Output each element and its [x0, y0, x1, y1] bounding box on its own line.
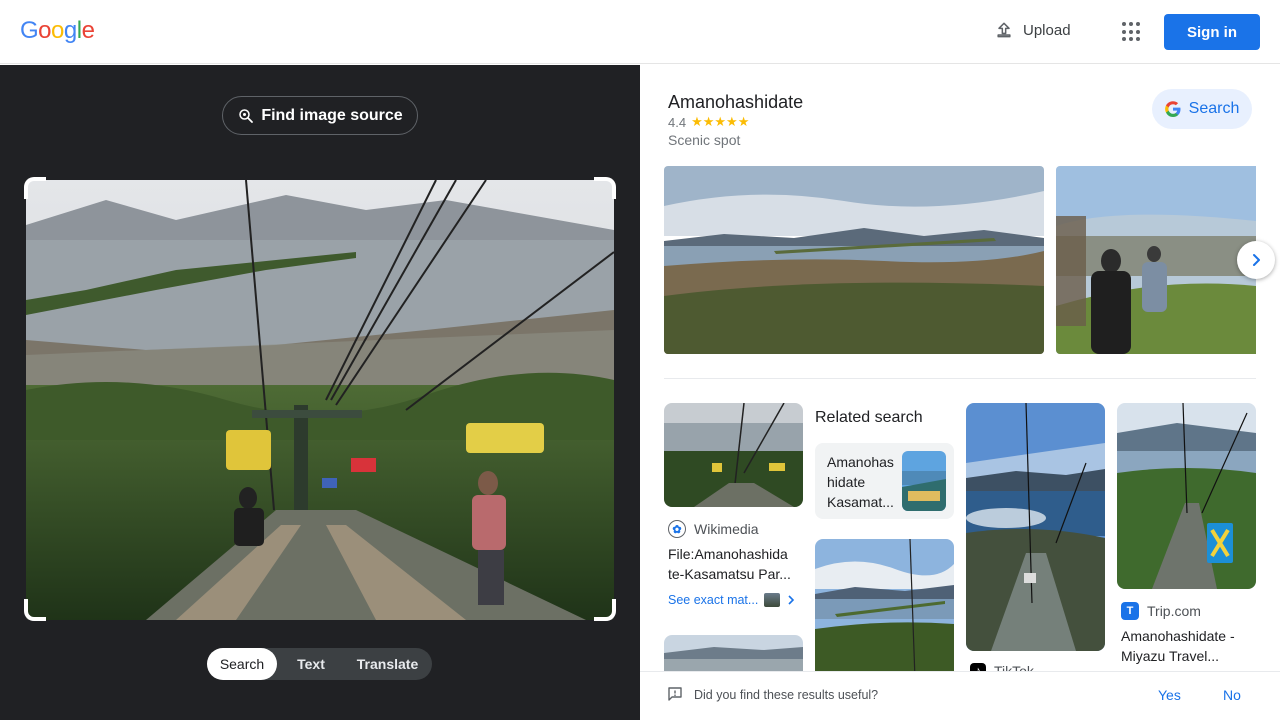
upload-label: Upload: [1023, 21, 1071, 39]
logo-letter: G: [20, 17, 39, 44]
carousel-next-button[interactable]: [1237, 241, 1275, 279]
mode-search[interactable]: Search: [207, 648, 277, 680]
feedback-icon: [668, 687, 682, 701]
rating-value: 4.4: [668, 114, 687, 130]
result-title-wikimedia[interactable]: File:Amanohashida te-Kasamatsu Par...: [668, 544, 802, 584]
logo-letter: g: [63, 17, 77, 44]
result-title-trip[interactable]: Amanohashidate - Miyazu Travel...: [1121, 626, 1251, 666]
carousel-image-people[interactable]: [1056, 166, 1256, 354]
trip-favicon-icon: T: [1121, 602, 1139, 620]
carousel-image-panorama[interactable]: [664, 166, 1044, 354]
result-image-tiktok[interactable]: [966, 403, 1105, 651]
google-search-label: Search: [1188, 100, 1240, 117]
upload-button[interactable]: Upload: [994, 20, 1071, 40]
mode-switcher: Search Text Translate: [207, 648, 432, 680]
source-name: Wikimedia: [694, 521, 759, 537]
image-query-pane: Find image source Search Text Translate: [0, 65, 640, 720]
related-search-card[interactable]: Amanohas hidate Kasamat...: [815, 443, 954, 519]
google-g-icon: [1164, 101, 1181, 117]
find-image-source-button[interactable]: Find image source: [222, 96, 418, 135]
feedback-bar: Did you find these results useful? Yes N…: [640, 671, 1280, 720]
logo-letter: o: [38, 17, 52, 44]
result-image-wikimedia[interactable]: [664, 403, 803, 507]
exact-match-thumbnail: [764, 593, 781, 607]
top-header: Google Upload Sign in: [0, 0, 1280, 64]
place-rating: 4.4 ★★★★★: [668, 114, 749, 130]
upload-icon: [997, 22, 1011, 38]
apps-grid-icon[interactable]: [1120, 20, 1144, 44]
wikimedia-favicon-icon: ✿: [668, 520, 686, 538]
star-rating-icon: ★★★★★: [691, 114, 750, 129]
google-search-button[interactable]: Search: [1152, 89, 1252, 129]
crop-handle-top-right[interactable]: [594, 177, 616, 199]
google-logo[interactable]: Google: [20, 17, 95, 45]
related-search-text: Amanohas hidate Kasamat...: [827, 454, 894, 510]
feedback-yes-button[interactable]: Yes: [1158, 687, 1181, 703]
result-source-wikimedia[interactable]: ✿ Wikimedia: [668, 520, 759, 538]
mode-translate[interactable]: Translate: [345, 648, 430, 680]
see-exact-matches-label: See exact mat...: [668, 593, 759, 607]
result-image-trip[interactable]: [1117, 403, 1256, 589]
related-search-thumbnail: [902, 451, 946, 511]
mode-text[interactable]: Text: [277, 648, 345, 680]
query-image[interactable]: [26, 180, 614, 620]
feedback-no-button[interactable]: No: [1223, 687, 1241, 703]
place-title[interactable]: Amanohashidate: [668, 92, 803, 113]
crop-handle-bottom-right[interactable]: [594, 599, 616, 621]
source-name: Trip.com: [1147, 603, 1201, 619]
logo-letter: o: [51, 17, 64, 44]
chevron-right-icon: [1253, 254, 1260, 266]
feedback-question: Did you find these results useful?: [694, 688, 879, 702]
sign-in-button[interactable]: Sign in: [1164, 14, 1260, 50]
chevron-right-icon: [788, 595, 795, 605]
section-divider: [664, 378, 1256, 379]
crop-handle-top-left[interactable]: [24, 177, 46, 199]
result-source-trip[interactable]: T Trip.com: [1121, 602, 1201, 620]
result-image-panorama[interactable]: [815, 539, 954, 679]
place-type: Scenic spot: [668, 132, 741, 148]
logo-letter: e: [81, 17, 95, 44]
find-image-source-label: Find image source: [261, 106, 403, 124]
crop-handle-bottom-left[interactable]: [24, 599, 46, 621]
related-search-heading: Related search: [815, 409, 923, 426]
results-pane: Amanohashidate 4.4 ★★★★★ Scenic spot Sea…: [640, 65, 1280, 720]
see-exact-matches-link[interactable]: See exact mat...: [668, 593, 796, 607]
lens-search-icon: [239, 108, 254, 123]
